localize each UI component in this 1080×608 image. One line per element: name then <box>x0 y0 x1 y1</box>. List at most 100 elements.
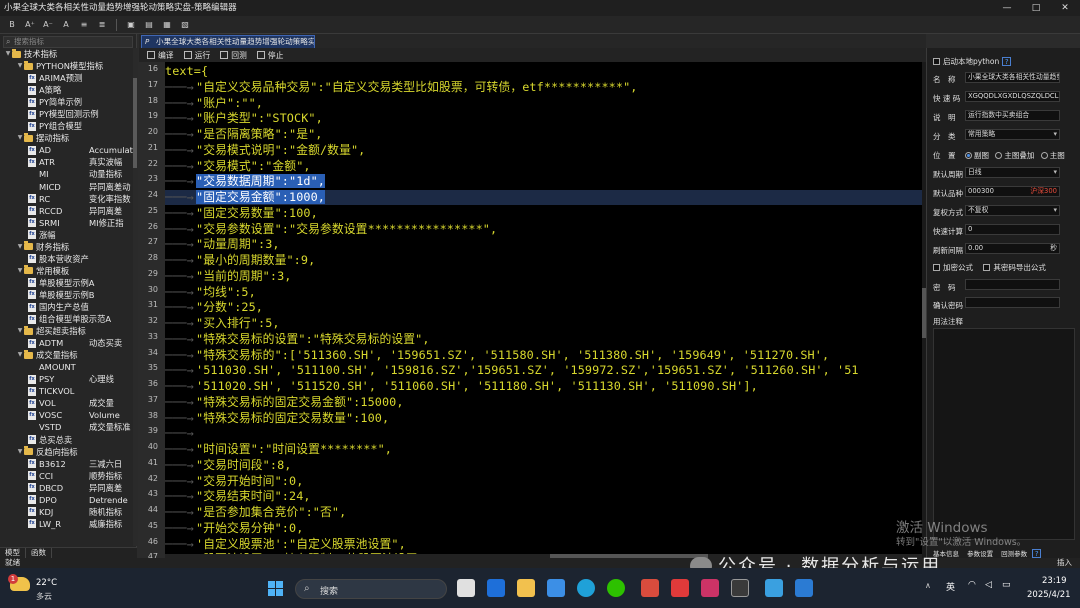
tree-item[interactable]: fx PY组合模型 <box>0 120 134 132</box>
code-line[interactable]: ───→ "交易数据周期":"1d", <box>165 174 922 189</box>
help-icon[interactable]: ? <box>1032 549 1042 558</box>
tree-item[interactable]: fx AD Accumulat <box>0 144 134 156</box>
tree-folder[interactable]: ▼ 摆动指标 <box>0 132 134 144</box>
default-period-select[interactable]: 日线 <box>965 167 1060 178</box>
chevron-down-icon[interactable]: ▼ <box>16 241 24 253</box>
export-icon[interactable]: ▧ <box>177 18 193 32</box>
code-line[interactable]: ───→ "交易结束时间":24, <box>165 489 922 504</box>
code-line[interactable]: ───→ "账户":"", <box>165 96 922 111</box>
save-icon[interactable]: ▣ <box>123 18 139 32</box>
tab-param-settings[interactable]: 参数设置 <box>967 550 993 558</box>
tree-item[interactable]: fx 单股模型示例A <box>0 277 134 289</box>
refresh-field[interactable]: 0.00 秒 <box>965 243 1060 254</box>
code-line[interactable]: ───→ "最小的周期数量":9, <box>165 253 922 268</box>
app-red2-icon[interactable] <box>671 579 689 597</box>
format-icon[interactable]: ≣ <box>94 18 110 32</box>
position-subchart-radio[interactable] <box>965 152 972 159</box>
code-line[interactable]: ───→ "分数":25, <box>165 300 922 315</box>
confirm-password-field[interactable] <box>965 297 1060 308</box>
tree-item[interactable]: MI 动量指标 <box>0 168 134 180</box>
tree-item[interactable]: fx ADTM 动态买卖 <box>0 337 134 349</box>
tree-item[interactable]: fx DBCD 异同离差 <box>0 482 134 494</box>
editor-tab-strategy[interactable]: 小果全球大类各相关性动量趋势增强轮动策略实盘 * <box>141 35 315 48</box>
code-line[interactable]: text={ <box>165 64 922 79</box>
vscode-icon[interactable] <box>795 579 813 597</box>
tree-folder[interactable]: ▼ 成交量指标 <box>0 349 134 361</box>
default-symbol-field[interactable]: 000300 沪深300 <box>965 186 1060 197</box>
strategy-app-icon[interactable] <box>765 579 783 597</box>
code-line[interactable]: ───→ "买入排行":5, <box>165 316 922 331</box>
task-view-icon[interactable] <box>457 579 475 597</box>
tree-item[interactable]: fx RC 变化率指数 <box>0 193 134 205</box>
chevron-down-icon[interactable]: ▼ <box>16 60 24 72</box>
tree-item[interactable]: fx PSY 心理线 <box>0 373 134 385</box>
minimize-button[interactable]: — <box>992 0 1022 16</box>
tree-item[interactable]: fx SRMI MI修正指 <box>0 217 134 229</box>
code-line[interactable]: ───→ "自定义交易品种交易":"自定义交易类型比如股票，可转债，etf****… <box>165 80 922 95</box>
tree-item[interactable]: fx 股本营收资产 <box>0 253 134 265</box>
tree-folder[interactable]: ▼ PYTHON模型指标 <box>0 60 134 72</box>
help-icon[interactable]: ? <box>1002 57 1012 66</box>
name-field[interactable]: 小果全球大类各相关性动量趋势增强轮动策略实盘 <box>965 72 1060 83</box>
notes-field[interactable] <box>933 328 1075 540</box>
code-line[interactable]: ───→ "动量周期":3, <box>165 237 922 252</box>
battery-icon[interactable]: ▭ <box>1002 580 1011 590</box>
code-line[interactable]: ───→ '自定义股票池':"自定义股票池设置", <box>165 537 922 552</box>
position-overlay-radio[interactable] <box>995 152 1003 159</box>
backtest-button[interactable]: 回测 <box>220 50 247 61</box>
volume-icon[interactable]: ◁ <box>985 580 992 590</box>
code-line[interactable]: ───→ "固定交易金额":1000, <box>165 190 922 205</box>
code-line[interactable]: ───→ "特殊交易标的":['511360.SH', '159651.SZ', … <box>165 348 922 363</box>
clock-time[interactable]: 23:19 <box>1042 576 1067 586</box>
code-line[interactable]: ───→ "固定交易数量":100, <box>165 206 922 221</box>
maximize-button[interactable]: □ <box>1021 0 1051 16</box>
category-select[interactable]: 常用策略 <box>965 129 1060 140</box>
tree-item[interactable]: fx 国内生产总值 <box>0 301 134 313</box>
store-icon[interactable] <box>547 579 565 597</box>
tree-item[interactable]: fx 组合模型单股示范A <box>0 313 134 325</box>
tree-item[interactable]: fx 涨幅 <box>0 229 134 241</box>
description-field[interactable]: 运行指数中买卖组合 <box>965 110 1060 121</box>
clock-date[interactable]: 2025/4/21 <box>1027 590 1071 600</box>
tree-item[interactable]: fx B3612 三减六日 <box>0 458 134 470</box>
local-python-checkbox[interactable] <box>933 58 940 65</box>
close-button[interactable]: ✕ <box>1050 0 1080 16</box>
chevron-down-icon[interactable]: ▼ <box>16 349 24 361</box>
chevron-down-icon[interactable]: ▼ <box>16 446 24 458</box>
code-line[interactable]: ───→ '511030.SH', '511100.SH', '159816.SZ… <box>165 363 922 378</box>
tree-scrollbar[interactable] <box>133 48 138 546</box>
font-size-decrease-icon[interactable]: A⁻ <box>40 18 56 32</box>
tree-item[interactable]: fx LW_R 威廉指标 <box>0 518 134 530</box>
tree-item[interactable]: fx VOL 成交量 <box>0 397 134 409</box>
stop-button[interactable]: 停止 <box>256 50 283 61</box>
ime-indicator[interactable]: 英 <box>946 580 955 593</box>
tree-item[interactable]: MICD 异同离差动 <box>0 181 134 193</box>
code-line[interactable]: ───→ "开始交易分钟":0, <box>165 521 922 536</box>
encrypt-checkbox[interactable] <box>933 264 940 271</box>
code-line[interactable]: ───→ "交易开始时间":0, <box>165 474 922 489</box>
tree-item[interactable]: fx ATR 真实波幅 <box>0 156 134 168</box>
password-field[interactable] <box>965 279 1060 290</box>
tree-folder[interactable]: ▼ 反趋向指标 <box>0 446 134 458</box>
tree-item[interactable]: fx A策略 <box>0 84 134 96</box>
tree-item[interactable]: fx TICKVOL <box>0 385 134 397</box>
code-line[interactable]: ───→ "交易时间段":8, <box>165 458 922 473</box>
code-line[interactable]: ───→ "交易模式":"金额", <box>165 159 922 174</box>
tree-item[interactable]: fx 总买总卖 <box>0 434 134 446</box>
shortcode-field[interactable]: XGQQDLXGXDLQSZQLDCLSP <box>965 91 1060 102</box>
chevron-down-icon[interactable]: ▼ <box>16 265 24 277</box>
code-line[interactable]: ───→ "均线":5, <box>165 285 922 300</box>
edge-icon[interactable] <box>577 579 595 597</box>
grid-icon[interactable]: ▦ <box>159 18 175 32</box>
code-line[interactable]: ───→ "交易模式说明":"金额/数量", <box>165 143 922 158</box>
tray-chevron-icon[interactable]: ∧ <box>925 581 931 590</box>
tree-item[interactable]: fx DPO Detrende <box>0 494 134 506</box>
chevron-down-icon[interactable]: ▼ <box>4 48 12 60</box>
code-line[interactable]: ───→ "是否隔离策略":"是", <box>165 127 922 142</box>
export-checkbox[interactable] <box>983 264 991 271</box>
code-line[interactable]: ───→ "交易参数设置":"交易参数设置****************", <box>165 222 922 237</box>
text-color-icon[interactable]: A <box>58 18 74 32</box>
tree-item[interactable]: fx VOSC Volume <box>0 409 134 421</box>
tree-folder[interactable]: ▼ 超买超卖指标 <box>0 325 134 337</box>
code-line[interactable]: ───→ "特殊交易标的固定交易金额":15000, <box>165 395 922 410</box>
